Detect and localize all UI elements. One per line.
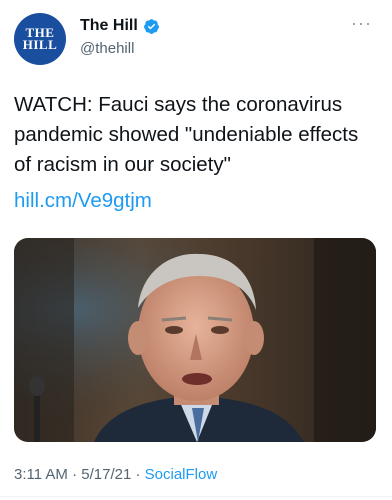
avatar[interactable]: THE HILL <box>14 13 66 65</box>
account-handle[interactable]: @thehill <box>80 40 134 57</box>
meta-separator: · <box>135 466 145 483</box>
tweet-source[interactable]: SocialFlow <box>145 466 218 483</box>
tweet-date[interactable]: 5/17/21 <box>81 466 131 483</box>
verified-badge-icon <box>143 18 159 34</box>
meta-separator: · <box>72 466 82 483</box>
more-options-icon[interactable]: ··· <box>351 14 372 32</box>
tweet-meta: 3:11 AM · 5/17/21 · SocialFlow <box>14 466 217 483</box>
tweet-link[interactable]: hill.cm/Ve9gtjm <box>14 186 152 216</box>
tweet-card: THE HILL The Hill @thehill ··· WATCH: Fa… <box>0 0 392 500</box>
tweet-text: WATCH: Fauci says the coronavirus pandem… <box>14 93 359 176</box>
display-name[interactable]: The Hill <box>80 17 138 35</box>
name-row: The Hill <box>80 17 160 35</box>
avatar-text-line2: HILL <box>22 37 58 52</box>
photo-portrait-icon <box>14 238 376 442</box>
divider <box>0 496 392 497</box>
tweet-time[interactable]: 3:11 AM <box>14 466 68 483</box>
tweet-media-photo[interactable] <box>14 238 376 442</box>
